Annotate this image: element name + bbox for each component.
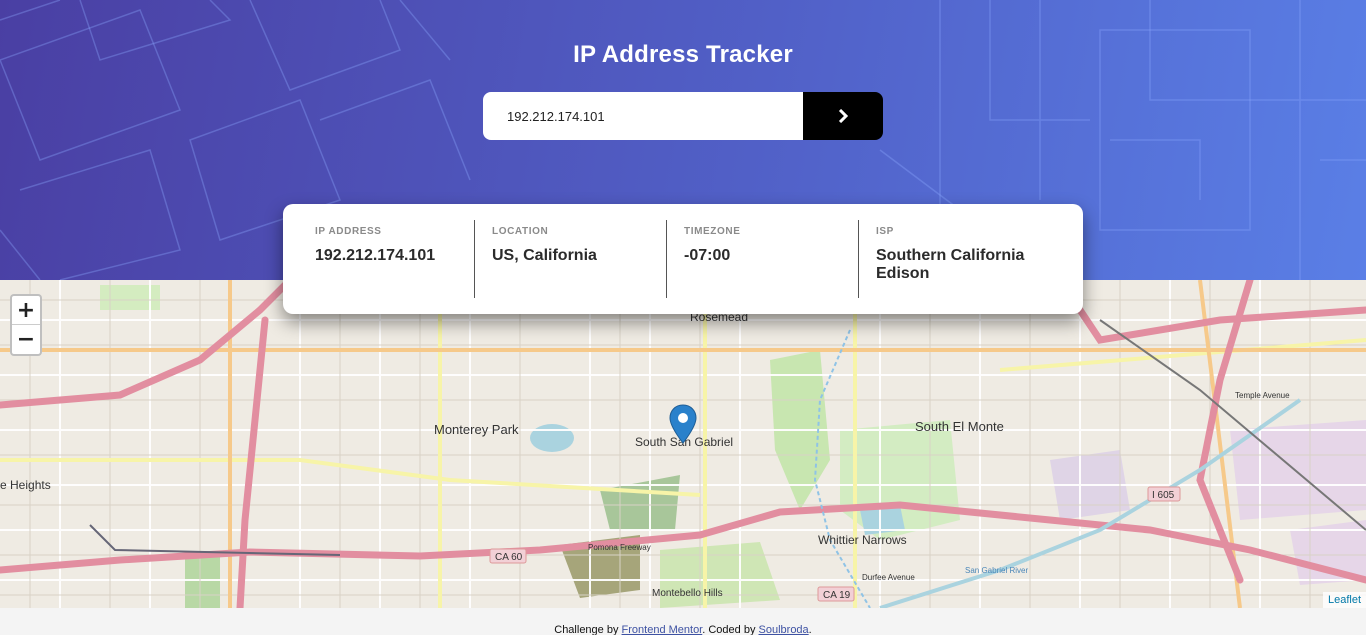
frontend-mentor-link[interactable]: Frontend Mentor [622,624,703,635]
map-label: Montebello Hills [652,588,723,599]
info-location: LOCATION US, California [475,220,667,298]
ip-search-form [483,92,883,140]
info-label: LOCATION [492,226,549,237]
info-value: Southern California Edison [876,247,1025,282]
zoom-control: + − [10,294,42,356]
zoom-in-button[interactable]: + [12,296,40,325]
map-label: e Heights [0,478,51,492]
info-isp: ISP Southern California Edison [859,220,1083,298]
map-label: Whittier Narrows [818,533,907,547]
ip-info-card: IP ADDRESS 192.212.174.101 LOCATION US, … [283,204,1083,314]
road-label: I 605 [1152,490,1175,501]
footer-text: . [808,624,812,635]
footer-text: . Coded by [702,624,759,635]
info-label: TIMEZONE [684,226,741,237]
info-ip-address: IP ADDRESS 192.212.174.101 [283,220,475,298]
map-label: South El Monte [915,419,1004,434]
ip-search-input[interactable] [483,92,803,140]
road-label: Pomona Freeway [588,543,651,552]
road-label: CA 60 [495,552,523,563]
road-label: Durfee Avenue [862,573,915,582]
park-area [185,555,220,608]
search-submit-button[interactable] [803,92,883,140]
map-label: Monterey Park [434,422,519,437]
footer-text: Challenge by [554,624,622,635]
map-view[interactable]: Rosemead Monterey Park South San Gabriel… [0,280,1366,608]
road-label: Temple Avenue [1235,391,1290,400]
chevron-right-icon [838,109,848,123]
map-tiles[interactable]: Rosemead Monterey Park South San Gabriel… [0,280,1366,608]
footer: Challenge by Frontend Mentor. Coded by S… [0,608,1366,635]
info-value: 192.212.174.101 [315,247,436,264]
page-title: IP Address Tracker [573,41,793,68]
zoom-out-button[interactable]: − [12,325,40,354]
info-label: ISP [876,226,894,237]
info-value: -07:00 [684,247,731,264]
author-link[interactable]: Soulbroda [759,624,809,635]
info-label: IP ADDRESS [315,226,382,237]
road-label: CA 19 [823,590,851,601]
road-label: San Gabriel River [965,566,1028,575]
info-value: US, California [492,247,597,264]
map-attribution-link[interactable]: Leaflet [1322,592,1366,608]
info-timezone: TIMEZONE -07:00 [667,220,859,298]
lake [530,424,574,452]
